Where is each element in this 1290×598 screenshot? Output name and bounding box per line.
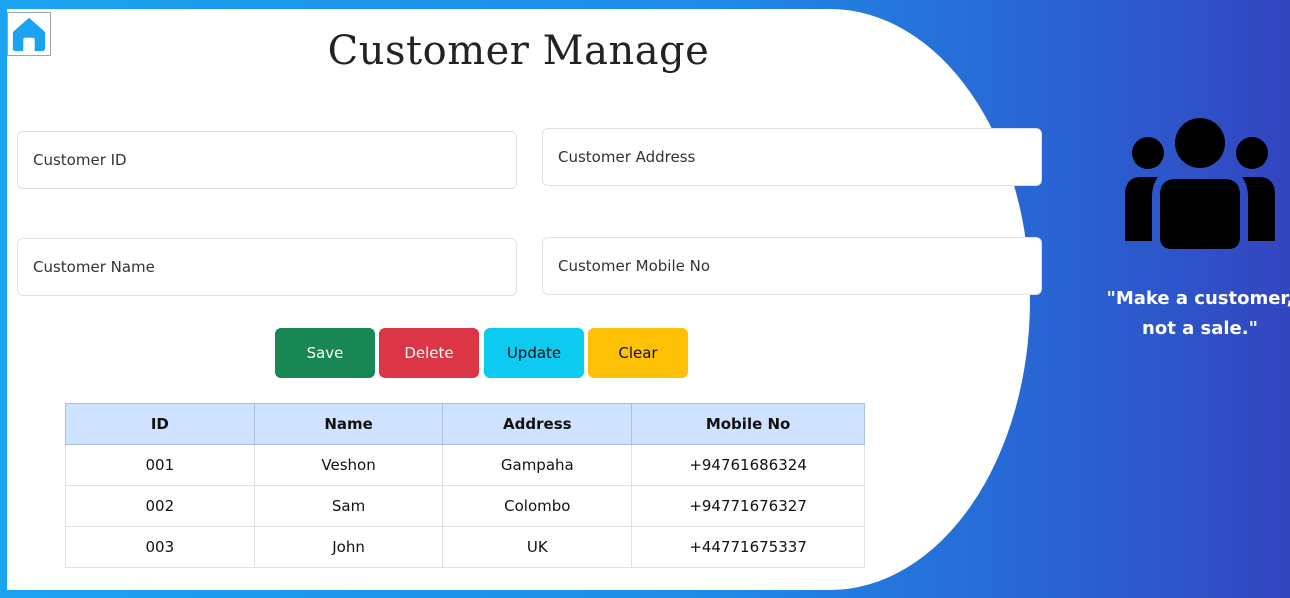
cell-id: 001 (65, 444, 255, 486)
clear-button[interactable]: Clear (588, 328, 688, 378)
cell-address: UK (442, 526, 633, 568)
customer-address-input[interactable] (542, 128, 1042, 186)
table-header-row: ID Name Address Mobile No (65, 403, 865, 445)
table-row[interactable]: 003 John UK +44771675337 (65, 526, 865, 568)
customer-name-input[interactable] (17, 238, 517, 296)
motto-quote: "Make a customer, not a sale." (1090, 284, 1290, 344)
cell-name: Veshon (253, 444, 444, 486)
customer-table: ID Name Address Mobile No 001 Veshon Gam… (65, 403, 865, 568)
update-button[interactable]: Update (484, 328, 584, 378)
quote-line-2: not a sale." (1142, 318, 1258, 339)
delete-button[interactable]: Delete (379, 328, 479, 378)
table-row[interactable]: 002 Sam Colombo +94771676327 (65, 485, 865, 527)
page-title: Customer Manage (327, 28, 710, 74)
cell-id: 002 (65, 485, 255, 527)
customer-mobile-input[interactable] (542, 237, 1042, 295)
cell-address: Colombo (442, 485, 633, 527)
customer-id-input[interactable] (17, 131, 517, 189)
cell-mobile: +94771676327 (631, 485, 865, 527)
column-header-mobile: Mobile No (631, 403, 865, 445)
cell-mobile: +44771675337 (631, 526, 865, 568)
column-header-id: ID (65, 403, 255, 445)
users-group-icon (1125, 118, 1275, 249)
table-row[interactable]: 001 Veshon Gampaha +94761686324 (65, 444, 865, 486)
column-header-name: Name (253, 403, 444, 445)
quote-line-1: "Make a customer, (1106, 288, 1290, 309)
cell-name: Sam (253, 485, 444, 527)
cell-address: Gampaha (442, 444, 633, 486)
cell-name: John (253, 526, 444, 568)
cell-mobile: +94761686324 (631, 444, 865, 486)
save-button[interactable]: Save (275, 328, 375, 378)
cell-id: 003 (65, 526, 255, 568)
column-header-address: Address (442, 403, 633, 445)
